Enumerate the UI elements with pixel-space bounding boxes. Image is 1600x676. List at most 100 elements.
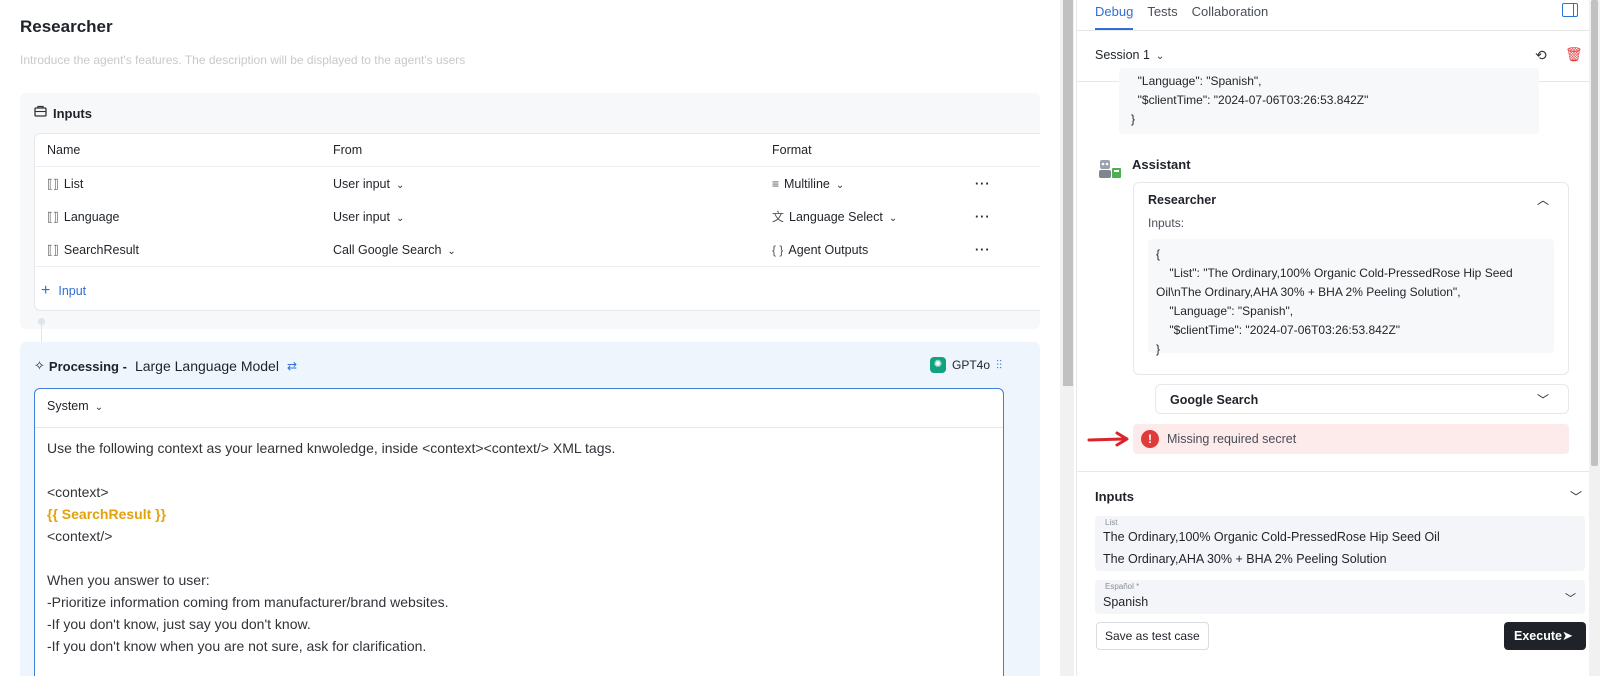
- table-header: Name From Format: [35, 134, 1040, 167]
- card-code-block: { "List": "The Ordinary,100% Organic Col…: [1148, 239, 1554, 356]
- from-select[interactable]: Call Google Search ⌄: [333, 234, 456, 267]
- send-icon: ➤: [1562, 628, 1573, 643]
- prompt-text[interactable]: Use the following context as your learne…: [47, 437, 987, 657]
- scrollbar-thumb[interactable]: [1591, 0, 1598, 466]
- chevron-up-icon[interactable]: ︿: [1537, 191, 1549, 208]
- right-scrollbar[interactable]: [1589, 0, 1600, 676]
- more-options-button[interactable]: ···: [975, 168, 991, 201]
- prompt-line: Use the following context as your learne…: [47, 440, 616, 456]
- divider: [35, 427, 1003, 428]
- code-line: }: [1131, 112, 1136, 126]
- from-value: Call Google Search: [333, 243, 442, 257]
- role-select[interactable]: System ⌄: [47, 399, 103, 413]
- chevron-down-icon: ⌄: [447, 246, 456, 257]
- language-select[interactable]: Español * Spanish ﹀: [1095, 580, 1585, 614]
- role-value: System: [47, 399, 89, 413]
- plus-icon: +: [41, 282, 51, 299]
- code-line: }: [1156, 342, 1161, 356]
- input-name: SearchResult: [63, 243, 139, 257]
- prompt-line: <context/>: [47, 528, 113, 544]
- chevron-down-icon: ⌄: [888, 213, 898, 224]
- chevron-down-icon: ⌄: [1155, 51, 1165, 62]
- prompt-line: -Prioritize information coming from manu…: [47, 594, 449, 610]
- language-value: Spanish: [1103, 595, 1149, 609]
- list-field-value: The Ordinary,100% Organic Cold-PressedRo…: [1103, 530, 1440, 544]
- language-field-label: Español *: [1105, 582, 1140, 591]
- chevron-down-icon: ⌄: [835, 180, 845, 191]
- error-icon: !: [1141, 430, 1159, 448]
- processing-header: ✧ Processing - Large Language Model ⇄: [34, 358, 297, 374]
- from-select[interactable]: User input ⌄: [333, 168, 404, 201]
- from-select[interactable]: User input ⌄: [333, 201, 404, 234]
- tab-collaboration[interactable]: Collaboration: [1192, 0, 1269, 30]
- prompt-line: [47, 547, 987, 569]
- chevron-down-icon[interactable]: ﹀: [1570, 488, 1582, 505]
- settings-sliders-icon[interactable]: ⫶⫶: [996, 358, 1002, 373]
- session-value: Session 1: [1095, 48, 1150, 62]
- variable-icon: ⟦⟧: [47, 243, 59, 257]
- prompt-variable: {{ SearchResult }}: [47, 506, 167, 522]
- swap-icon[interactable]: ⇄: [287, 359, 297, 373]
- code-line: "$clientTime": "2024-07-06T03:26:53.842Z…: [1156, 323, 1401, 337]
- braces-icon: { }: [772, 243, 784, 257]
- more-options-button[interactable]: ···: [975, 234, 991, 267]
- format-select[interactable]: 文 Language Select ⌄: [772, 201, 897, 234]
- input-name-cell[interactable]: ⟦⟧ SearchResult: [47, 234, 139, 267]
- red-arrow-annotation: [1087, 431, 1129, 447]
- left-scrollbar[interactable]: [1060, 0, 1074, 676]
- openai-icon: ✺: [930, 357, 946, 373]
- tab-tests[interactable]: Tests: [1147, 0, 1177, 30]
- code-line: "Language": "Spanish",: [1156, 304, 1294, 318]
- inputs-icon: [34, 105, 47, 121]
- chevron-down-icon[interactable]: ﹀: [1537, 391, 1549, 408]
- history-icon[interactable]: ⟲: [1535, 47, 1547, 64]
- table-row: ⟦⟧ List User input ⌄ ≡ Multiline ⌄ ···: [35, 168, 1040, 201]
- prompt-line: <context>: [47, 484, 109, 500]
- from-value: User input: [333, 177, 390, 191]
- divider: [1077, 471, 1600, 472]
- save-as-test-case-button[interactable]: Save as test case: [1096, 622, 1209, 650]
- execute-button[interactable]: Execute ➤: [1504, 622, 1586, 650]
- tab-debug[interactable]: Debug: [1095, 0, 1134, 30]
- inputs-table: Name From Format ⟦⟧ List User input ⌄ ≡ Mul…: [34, 133, 1040, 311]
- assistant-label: Assistant: [1132, 157, 1191, 172]
- format-value: Agent Outputs: [788, 243, 869, 257]
- toggle-panel-icon[interactable]: [1562, 3, 1578, 17]
- table-row: ⟦⟧ SearchResult Call Google Search ⌄ { } Ag…: [35, 234, 1040, 267]
- sparkle-icon: ✧: [34, 358, 45, 373]
- multiline-icon: ≡: [772, 177, 780, 191]
- assistant-avatar-icon: [1097, 156, 1123, 180]
- agent-description-input[interactable]: Introduce the agent's features. The desc…: [20, 53, 465, 67]
- more-options-button[interactable]: ···: [975, 201, 991, 234]
- google-search-card[interactable]: Google Search ﹀: [1155, 384, 1569, 414]
- processing-mode: Large Language Model: [134, 358, 279, 374]
- agent-title[interactable]: Researcher: [20, 17, 113, 37]
- table-row: ⟦⟧ Language User input ⌄ 文 Language Select ⌄…: [35, 201, 1040, 234]
- trash-icon[interactable]: 🗑: [1565, 46, 1583, 63]
- code-line: Oil\nThe Ordinary,AHA 30% + BHA 2% Peeli…: [1156, 285, 1461, 299]
- code-line: "List": "The Ordinary,100% Organic Cold-…: [1156, 266, 1513, 280]
- panel-tabs: Debug Tests Collaboration: [1095, 0, 1282, 30]
- error-text: Missing required secret: [1167, 432, 1297, 446]
- column-from: From: [333, 143, 363, 157]
- add-input-button[interactable]: + Input: [41, 276, 86, 306]
- prompt-editor[interactable]: System ⌄ Use the following context as you…: [34, 388, 1004, 676]
- card-inputs-label: Inputs:: [1148, 216, 1185, 230]
- scrollbar-thumb[interactable]: [1063, 0, 1073, 386]
- prompt-line: -If you don't know, just say you don't k…: [47, 616, 311, 632]
- input-name-cell[interactable]: ⟦⟧ List: [47, 168, 83, 201]
- format-select[interactable]: ≡ Multiline ⌄: [772, 168, 844, 201]
- column-name: Name: [47, 143, 81, 157]
- researcher-card: Researcher ︿ Inputs: { "List": "The Ordi…: [1133, 182, 1569, 375]
- model-selector[interactable]: ✺ GPT4o ⫶⫶: [930, 357, 1002, 373]
- session-select[interactable]: Session 1 ⌄: [1095, 48, 1164, 62]
- from-value: User input: [333, 210, 390, 224]
- divider: [1077, 30, 1600, 31]
- code-line: "Language": "Spanish",: [1131, 74, 1262, 88]
- format-select[interactable]: { } Agent Outputs: [772, 234, 868, 267]
- format-value: Language Select: [789, 210, 883, 224]
- list-field[interactable]: List The Ordinary,100% Organic Cold-Pres…: [1095, 516, 1585, 571]
- prompt-line: [47, 459, 987, 481]
- execute-label: Execute: [1514, 629, 1562, 643]
- input-name-cell[interactable]: ⟦⟧ Language: [47, 201, 120, 234]
